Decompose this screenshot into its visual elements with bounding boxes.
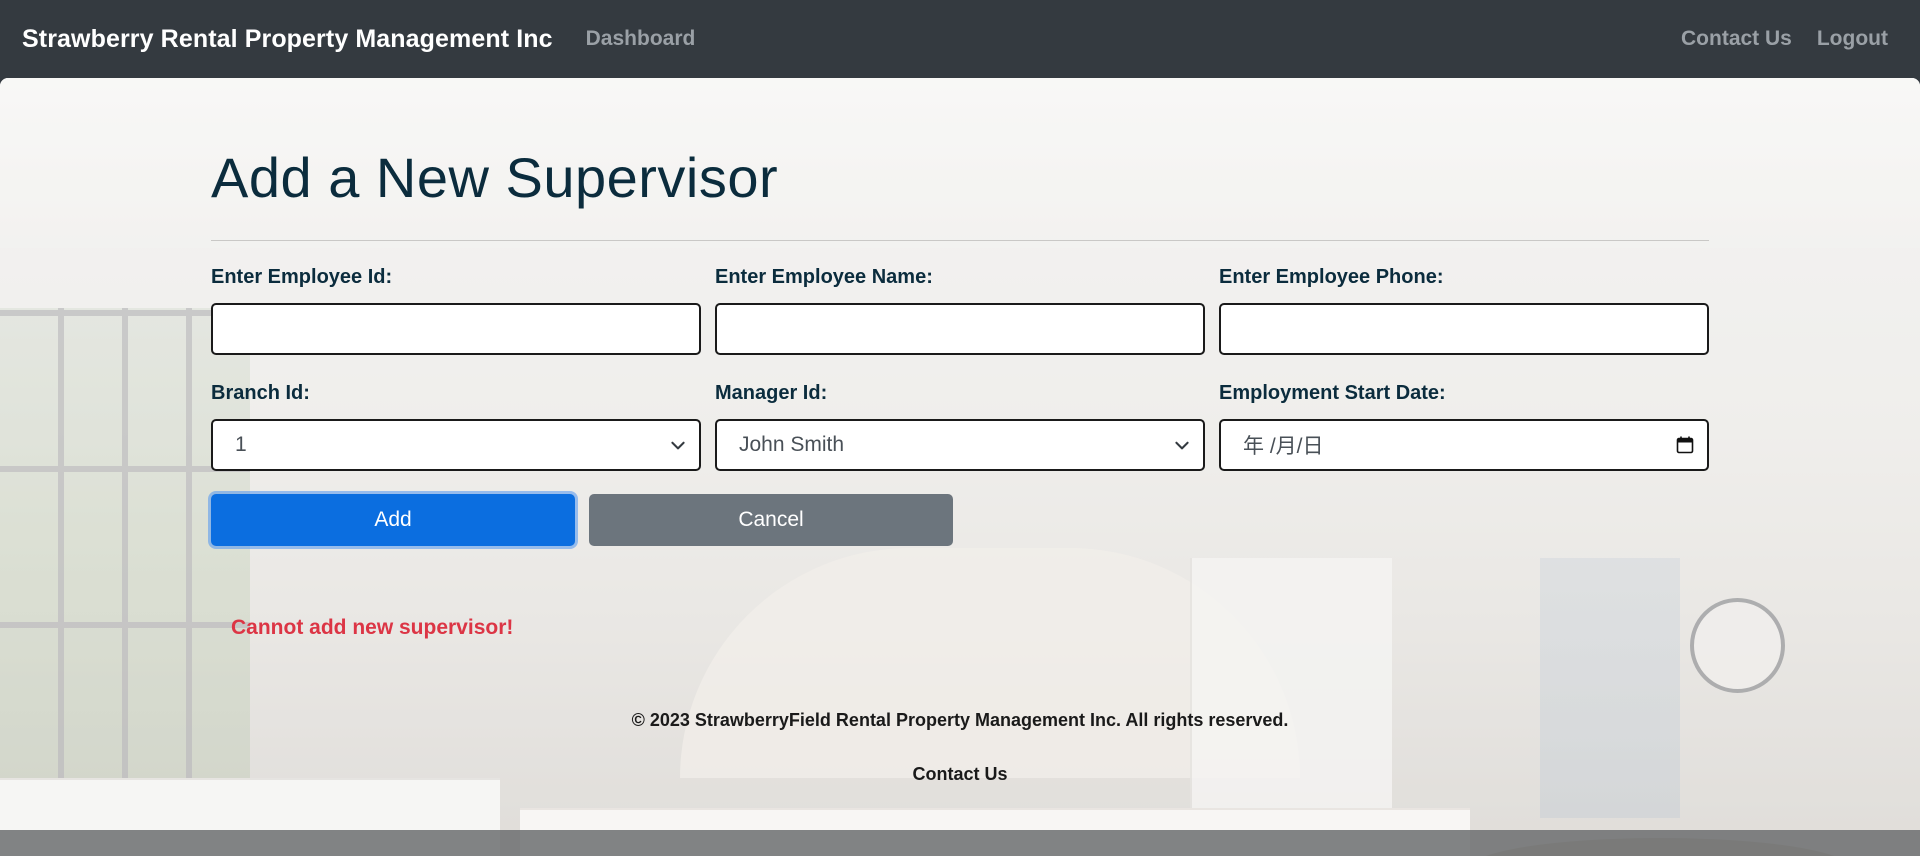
chevron-down-icon	[671, 441, 685, 450]
brand-title[interactable]: Strawberry Rental Property Management In…	[22, 25, 553, 54]
manager-id-label: Manager Id:	[715, 382, 828, 404]
employee-id-label: Enter Employee Id:	[211, 266, 393, 288]
branch-id-label: Branch Id:	[211, 382, 310, 404]
chevron-down-icon	[1175, 441, 1189, 450]
employee-phone-label: Enter Employee Phone:	[1219, 266, 1444, 288]
branch-id-value: 1	[235, 433, 247, 456]
nav-contact-link[interactable]: Contact Us	[1681, 27, 1792, 51]
branch-id-select[interactable]: 1	[211, 419, 701, 471]
start-date-label: Employment Start Date:	[1219, 382, 1446, 404]
footer-contact-link[interactable]: Contact Us	[211, 764, 1709, 785]
nav-logout-link[interactable]: Logout	[1817, 27, 1888, 51]
manager-id-group: Manager Id: John Smith	[715, 382, 1205, 471]
employee-name-label: Enter Employee Name:	[715, 266, 933, 288]
page-title: Add a New Supervisor	[211, 146, 779, 209]
bg-bottom-strip	[0, 830, 1920, 856]
branch-id-group: Branch Id: 1	[211, 382, 701, 471]
calendar-icon[interactable]	[1675, 435, 1695, 455]
add-button[interactable]: Add	[211, 494, 575, 546]
top-navbar: Strawberry Rental Property Management In…	[0, 0, 1920, 78]
employee-phone-group: Enter Employee Phone:	[1219, 266, 1709, 355]
employee-id-group: Enter Employee Id:	[211, 266, 701, 355]
start-date-group: Employment Start Date: 年 /月/日	[1219, 382, 1709, 471]
start-date-input[interactable]: 年 /月/日	[1219, 419, 1709, 471]
manager-id-value: John Smith	[739, 433, 845, 456]
error-message: Cannot add new supervisor!	[231, 616, 514, 639]
employee-name-group: Enter Employee Name:	[715, 266, 1205, 355]
title-divider	[211, 240, 1709, 241]
nav-dashboard-link[interactable]: Dashboard	[586, 27, 696, 51]
employee-name-input[interactable]	[715, 303, 1205, 355]
start-date-placeholder: 年 /月/日	[1243, 435, 1324, 458]
cancel-button[interactable]: Cancel	[589, 494, 953, 546]
manager-id-select[interactable]: John Smith	[715, 419, 1205, 471]
footer-copyright: © 2023 StrawberryField Rental Property M…	[631, 710, 1289, 730]
employee-id-input[interactable]	[211, 303, 701, 355]
employee-phone-input[interactable]	[1219, 303, 1709, 355]
nav-right-group: Contact Us Logout	[1681, 27, 1898, 51]
